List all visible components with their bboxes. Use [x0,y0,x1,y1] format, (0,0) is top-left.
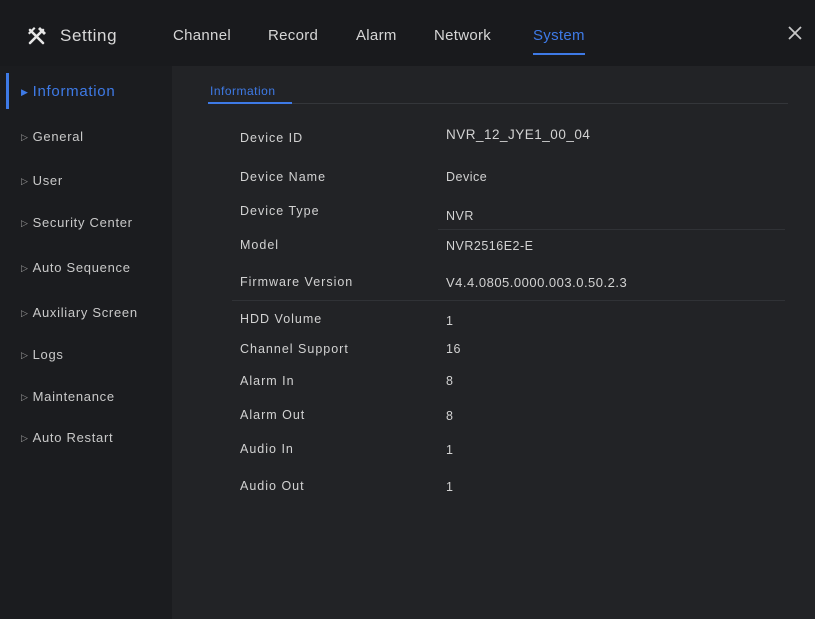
subtab-active-underline [208,102,292,104]
triangle-right-icon: ▷ [21,218,29,228]
firmware-version-label: Firmware Version [240,275,354,289]
alarm-in-label: Alarm In [240,374,295,388]
sidebar-item-auxiliary-screen[interactable]: ▷ Auxiliary Screen [21,305,138,320]
audio-out-value: 1 [446,480,454,494]
triangle-right-icon: ▷ [21,308,29,318]
sidebar-item-label: Auxiliary Screen [32,305,138,320]
audio-in-label: Audio In [240,442,294,456]
model-label: Model [240,238,280,252]
triangle-right-icon: ▷ [21,132,29,142]
device-id-value: NVR_12_JYE1_00_04 [446,127,591,142]
sidebar-item-information[interactable]: ▶ Information [21,83,115,100]
app-title: Setting [60,26,118,45]
sidebar: ▶ Information ▷ General ▷ User ▷ Security Ce… [0,66,172,619]
top-bar: Setting Channel Record Alarm Network Sys… [0,0,815,66]
sidebar-item-label: User [32,173,63,188]
tab-network[interactable]: Network [434,27,491,44]
separator [438,229,785,230]
tools-icon [28,27,46,45]
triangle-right-icon: ▷ [21,263,29,273]
sidebar-item-label: Auto Restart [32,430,114,445]
sidebar-item-label: Information [32,83,116,100]
hdd-volume-label: HDD Volume [240,312,323,326]
sidebar-item-maintenance[interactable]: ▷ Maintenance [21,389,115,404]
alarm-out-value: 8 [446,409,454,423]
close-icon[interactable] [786,24,804,42]
sidebar-item-label: Security Center [32,215,133,230]
title-area: Setting [26,24,117,48]
tab-channel[interactable]: Channel [173,27,231,44]
sidebar-item-general[interactable]: ▷ General [21,129,84,144]
device-type-value: NVR [446,209,474,223]
sidebar-item-auto-restart[interactable]: ▷ Auto Restart [21,430,113,445]
settings-window: Setting Channel Record Alarm Network Sys… [0,0,815,619]
tab-system[interactable]: System [533,27,585,55]
subtab-divider [208,103,788,104]
audio-in-value: 1 [446,443,454,457]
hdd-volume-value: 1 [446,314,454,328]
audio-out-label: Audio Out [240,479,305,493]
tab-record[interactable]: Record [268,27,318,44]
alarm-in-value: 8 [446,374,454,388]
firmware-version-value: V4.4.0805.0000.003.0.50.2.3 [446,275,628,290]
sidebar-item-label: General [32,129,84,144]
device-name-label: Device Name [240,170,327,184]
sidebar-item-label: Auto Sequence [32,260,131,275]
channel-support-value: 16 [446,342,461,356]
tab-active-underline [533,53,585,55]
triangle-right-icon: ▷ [21,392,29,402]
triangle-right-icon: ▷ [21,350,29,360]
device-name-value: Device [446,170,488,184]
tab-system-label: System [533,27,585,44]
sidebar-item-security-center[interactable]: ▷ Security Center [21,215,133,230]
sidebar-active-indicator [6,73,9,109]
main-panel: Information Device ID NVR_12_JYE1_00_04 … [172,66,815,619]
sidebar-item-auto-sequence[interactable]: ▷ Auto Sequence [21,260,131,275]
device-type-label: Device Type [240,204,320,218]
tab-alarm[interactable]: Alarm [356,27,397,44]
sidebar-item-logs[interactable]: ▷ Logs [21,347,64,362]
sidebar-item-user[interactable]: ▷ User [21,173,63,188]
separator [232,300,785,301]
device-id-label: Device ID [240,131,304,145]
triangle-right-icon: ▷ [21,433,29,443]
sidebar-item-label: Maintenance [32,389,115,404]
sidebar-item-label: Logs [32,347,64,362]
model-value: NVR2516E2-E [446,239,534,253]
triangle-right-icon: ▷ [21,176,29,186]
triangle-right-icon: ▶ [21,87,29,97]
alarm-out-label: Alarm Out [240,408,306,422]
channel-support-label: Channel Support [240,342,349,356]
subtab-information[interactable]: Information [210,84,276,98]
